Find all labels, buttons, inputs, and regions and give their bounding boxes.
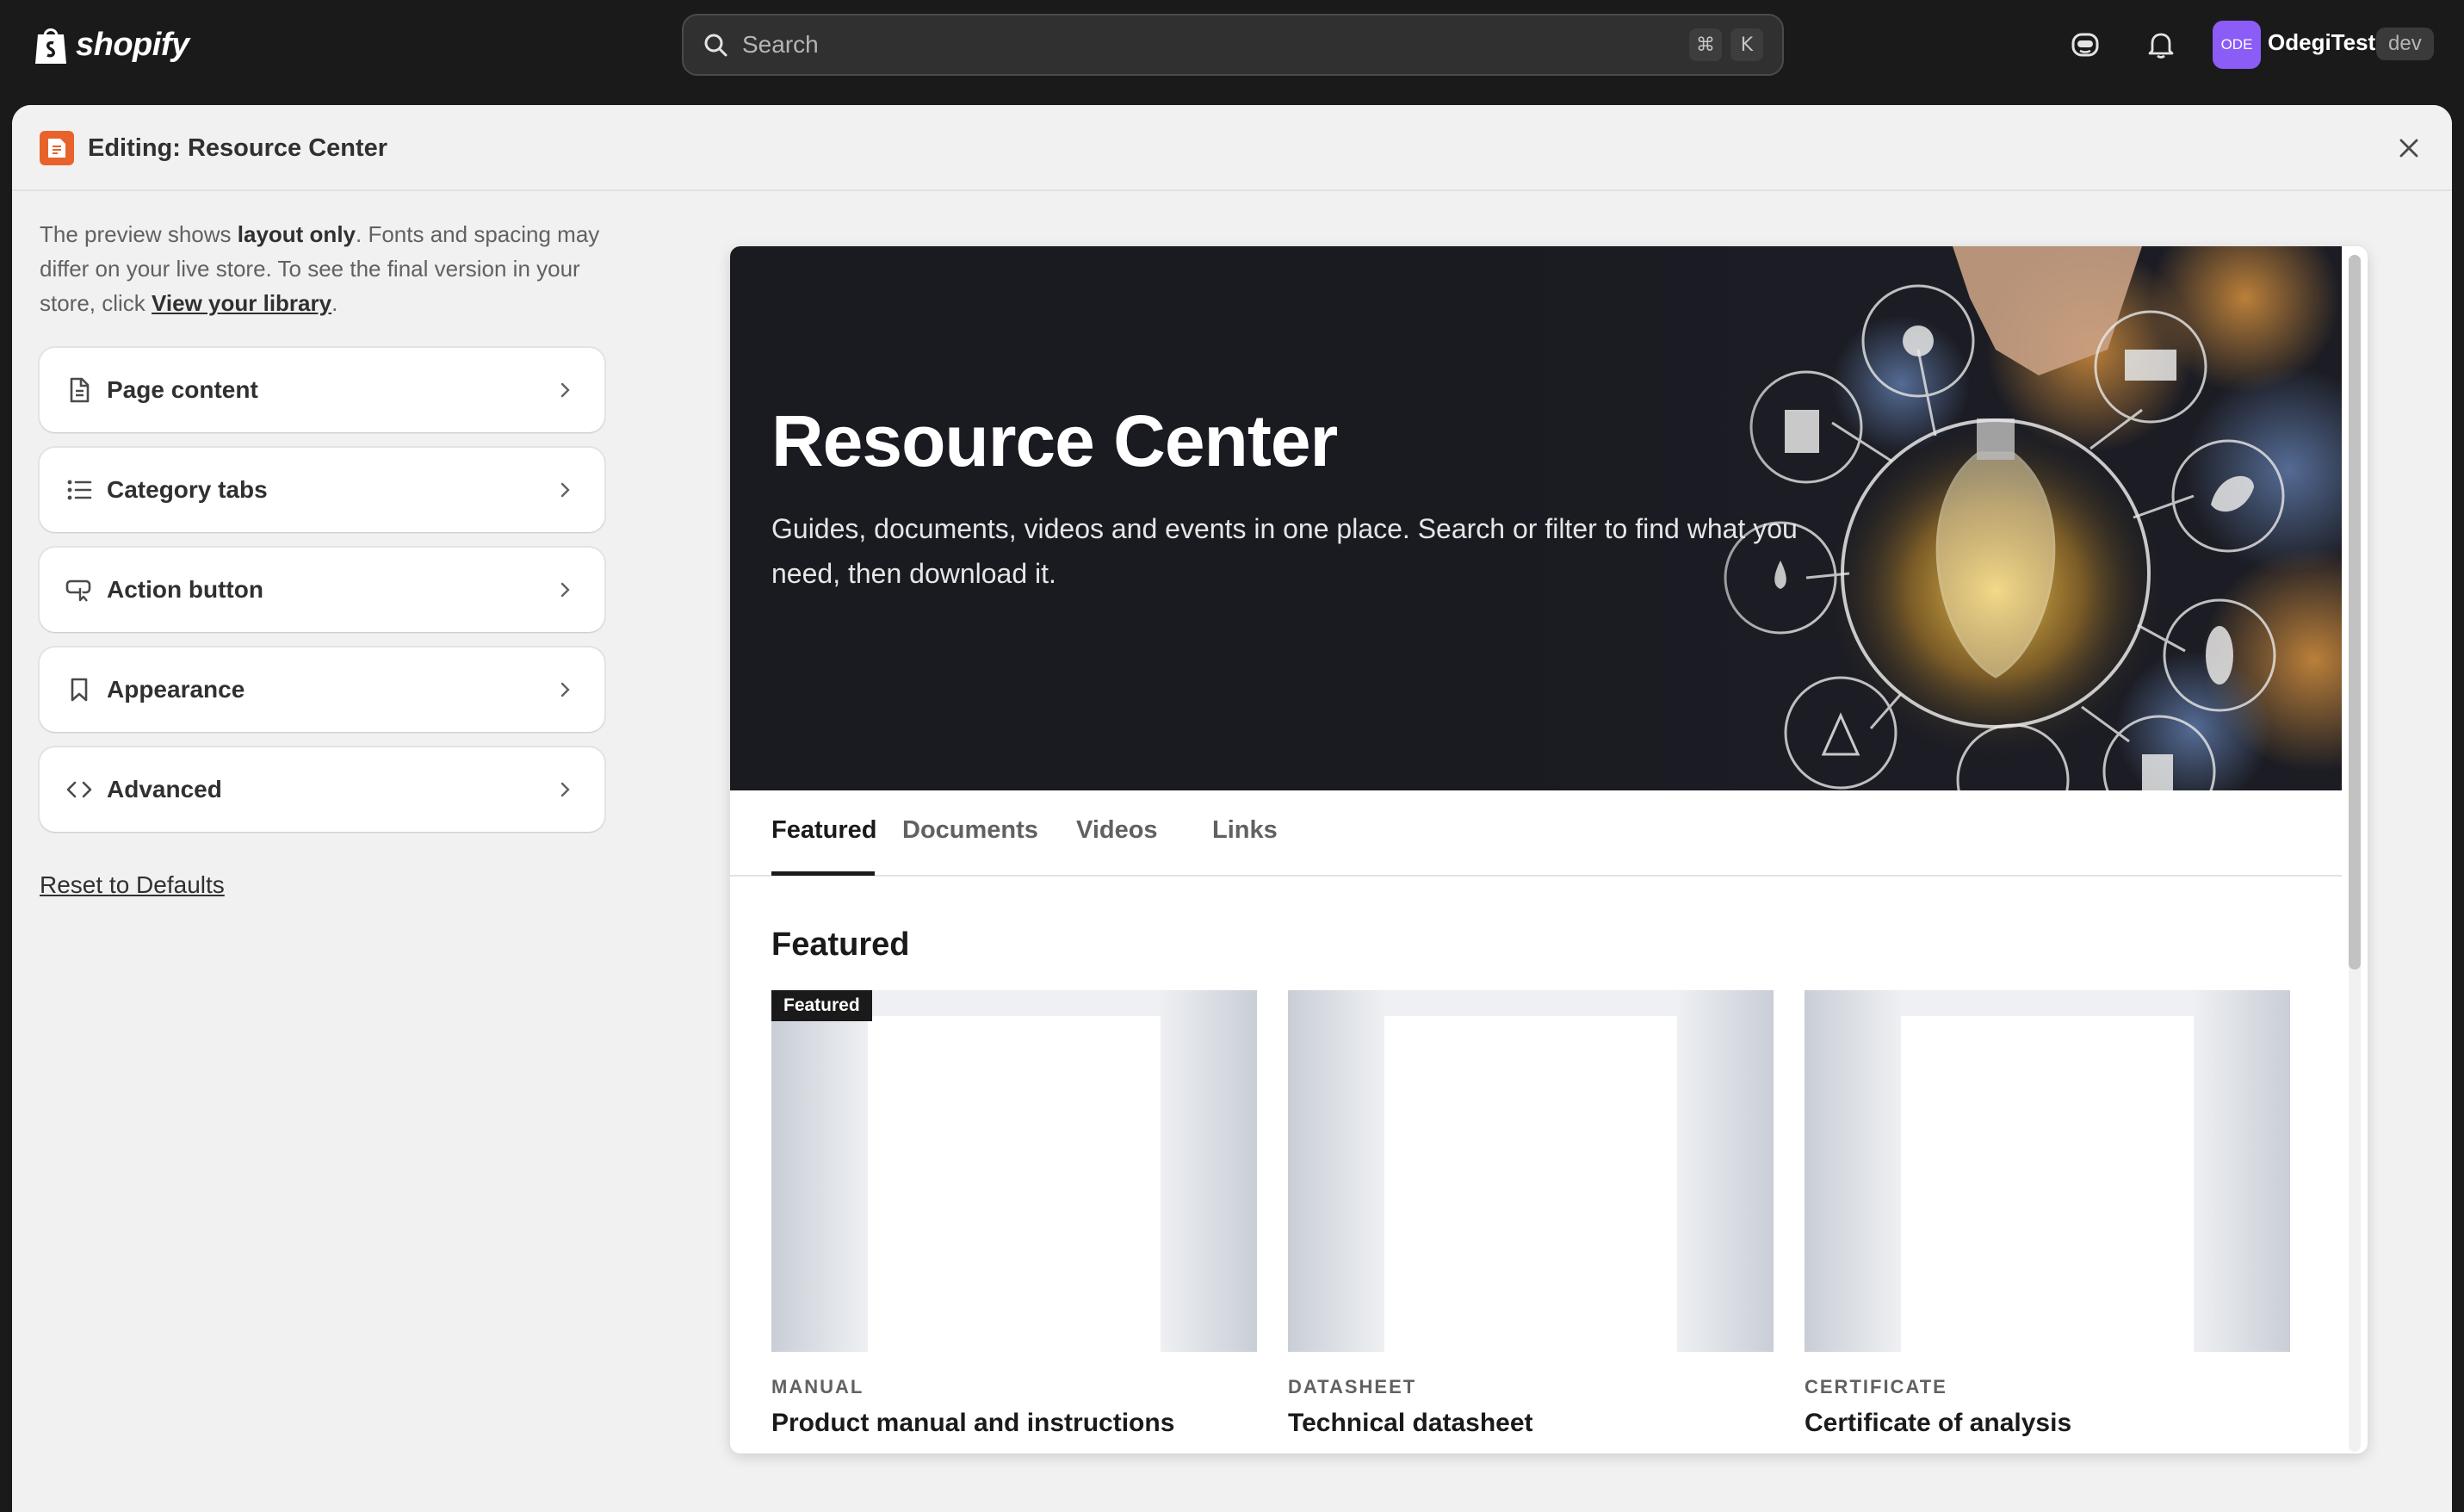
search-bar[interactable]: Search ⌘ K [682,14,1784,76]
page-preview: Resource Center Guides, documents, video… [730,246,2368,1453]
resource-category: CERTIFICATE [1805,1376,1947,1397]
tab-featured[interactable]: Featured [771,816,876,845]
resource-category: MANUAL [771,1376,864,1397]
chevron-right-icon [560,482,570,498]
store-env-badge: dev [2376,28,2434,60]
shopping-bag-icon [35,28,66,64]
close-icon [2399,139,2418,158]
tab-documents[interactable]: Documents [902,816,1038,845]
code-icon [65,776,93,803]
top-bar: shopify Search ⌘ K ODE OdegiTest dev [0,0,2464,90]
tab-links[interactable]: Links [1212,816,1278,845]
store-avatar[interactable]: ODE [2213,21,2261,69]
chevron-right-icon [560,782,570,797]
section-title: Featured [771,926,910,963]
button-pointer-icon [65,576,93,604]
hero-banner: Resource Center Guides, documents, video… [730,246,2342,790]
shopify-logo[interactable]: shopify [33,21,189,69]
resource-title: Technical datasheet [1288,1409,1533,1437]
resource-category: DATASHEET [1288,1376,1417,1397]
note-text: The preview shows [40,221,238,247]
hero-subtitle: Guides, documents, videos and events in … [771,513,1798,589]
sidekick-icon [2071,33,2099,57]
resource-title: Certificate of analysis [1805,1409,2072,1437]
note-text: . [331,290,338,316]
note-emphasis: layout only [237,221,356,247]
reset-defaults-link[interactable]: Reset to Defaults [40,871,225,899]
list-icon [65,476,93,504]
panel-appearance[interactable]: Appearance [40,648,604,732]
document-preview [1901,1016,2194,1352]
resource-thumbnail [1288,990,1774,1352]
app-icon [40,131,74,165]
shortcut-k-key: K [1730,28,1763,61]
scrollbar-thumb[interactable] [2349,255,2361,970]
notifications-button[interactable] [2142,26,2180,64]
resource-thumbnail [1805,990,2290,1352]
panel-label: Page content [107,376,258,403]
resource-card[interactable]: DATASHEET Technical datasheet [1288,990,1774,1438]
chevron-right-icon [560,382,570,398]
app-logo-icon [48,139,65,158]
featured-badge: Featured [771,990,872,1021]
chevron-right-icon [560,582,570,598]
bookmark-icon [65,676,93,703]
preview-note: The preview shows layout only. Fonts and… [40,217,608,320]
category-tabs: Featured Documents Videos Links [730,790,2342,877]
brand-name: shopify [76,26,189,63]
search-placeholder: Search [742,31,819,58]
resource-title: Product manual and instructions [771,1409,1175,1437]
document-icon [65,376,93,404]
document-preview [1384,1016,1677,1352]
shortcut-cmd-key: ⌘ [1689,28,1722,61]
tab-videos[interactable]: Videos [1076,816,1158,845]
panel-label: Category tabs [107,476,268,503]
panel-label: Appearance [107,676,245,703]
modal-title: Editing: Resource Center [88,134,388,162]
hero-title: Resource Center [771,400,1338,481]
preview-scrollbar[interactable] [2349,255,2361,1452]
panel-action-button[interactable]: Action button [40,548,604,632]
panel-advanced[interactable]: Advanced [40,747,604,832]
close-button[interactable] [2392,131,2426,165]
bell-icon [2148,33,2174,59]
resource-card[interactable]: Featured MANUAL Product manual and instr… [771,990,1257,1438]
chevron-right-icon [560,682,570,697]
sidekick-button[interactable] [2066,26,2104,64]
store-name[interactable]: OdegiTest [2268,29,2375,56]
panel-label: Action button [107,576,263,603]
modal-header: Editing: Resource Center [12,105,2452,191]
editor-modal: Editing: Resource Center The preview sho… [12,105,2452,1512]
document-preview [868,1016,1161,1352]
search-icon [704,34,727,57]
resource-thumbnail: Featured [771,990,1257,1352]
resource-card[interactable]: CERTIFICATE Certificate of analysis [1805,990,2290,1438]
panel-label: Advanced [107,776,222,802]
active-tab-indicator [771,871,875,876]
panel-page-content[interactable]: Page content [40,348,604,432]
panel-category-tabs[interactable]: Category tabs [40,448,604,532]
view-library-link[interactable]: View your library [152,290,331,316]
